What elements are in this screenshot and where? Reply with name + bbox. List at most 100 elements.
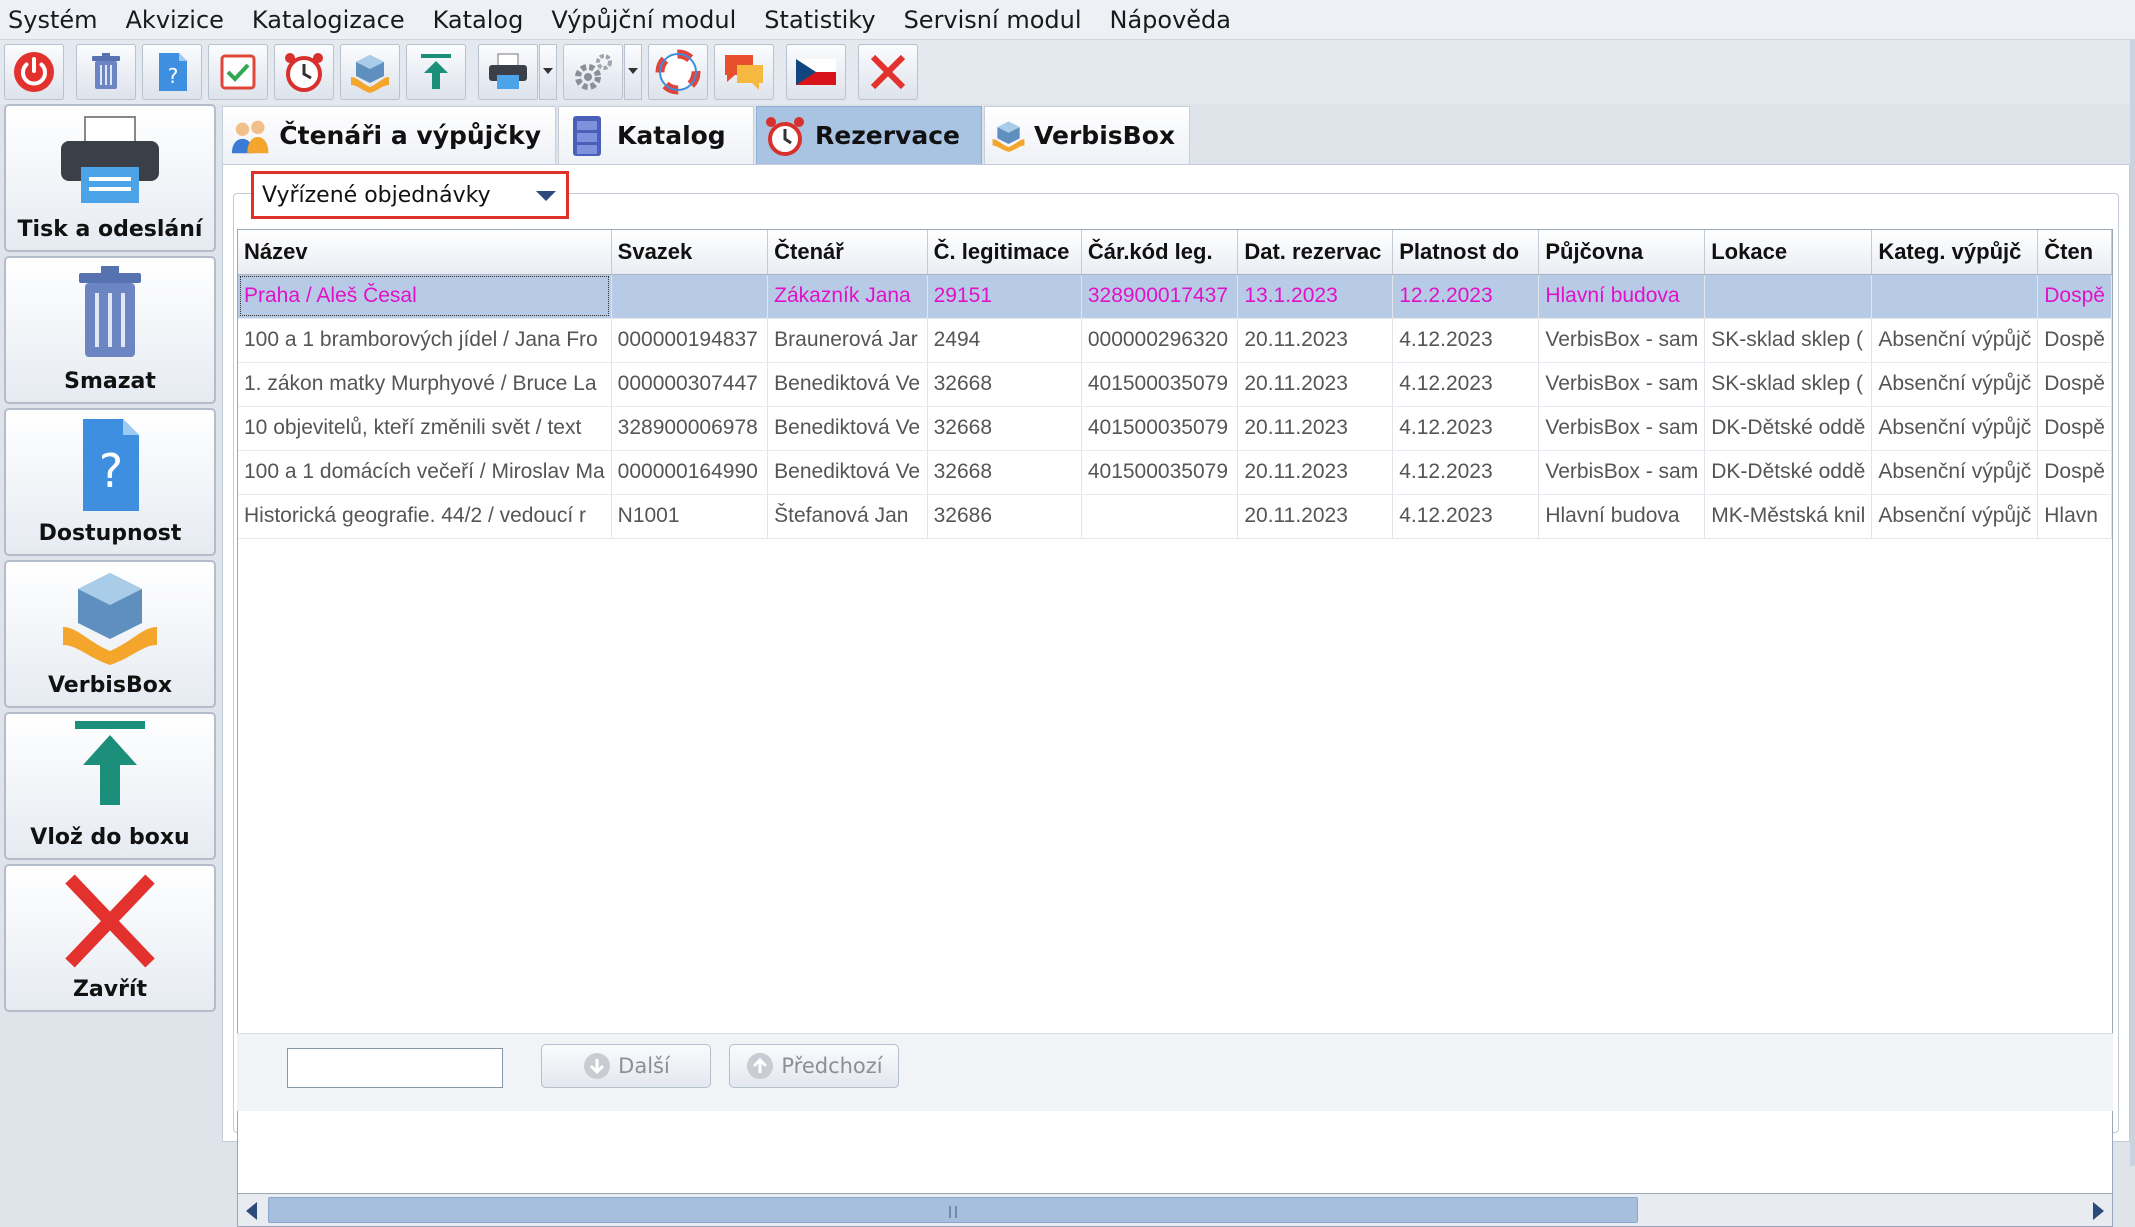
reservations-panel: Vyřízené objednávky Název Svazek Čtenář … <box>222 164 2130 1227</box>
lifebuoy-icon <box>655 49 701 95</box>
power-button[interactable] <box>4 44 64 100</box>
table-cell: Dospě <box>2037 362 2112 407</box>
chat-icon <box>725 55 763 90</box>
check-button[interactable] <box>208 44 268 100</box>
column-header[interactable]: Svazek <box>611 230 769 275</box>
print-send-button[interactable]: Tisk a odeslání <box>4 104 216 252</box>
table-cell: Praha / Aleš Česal <box>238 274 612 319</box>
table-cell: 32668 <box>927 406 1082 451</box>
printer-icon <box>61 116 159 203</box>
table-row[interactable]: 100 a 1 bramborových jídel / Jana Fro 000… <box>238 318 2112 363</box>
scroll-left-arrow-icon[interactable] <box>246 1202 257 1220</box>
help-button[interactable] <box>648 44 708 100</box>
table-cell <box>1081 494 1239 539</box>
table-row[interactable]: Historická geografie. 44/2 / vedoucí r N1… <box>238 494 2112 539</box>
menu-cataloguing[interactable]: Katalogizace <box>252 6 405 34</box>
column-header[interactable]: Půjčovna <box>1538 230 1706 275</box>
column-header[interactable]: Název <box>238 230 612 275</box>
table-cell: 20.11.2023 <box>1237 318 1394 363</box>
upload-icon <box>75 721 145 805</box>
table-cell: Dospě <box>2037 406 2112 451</box>
settings-button[interactable] <box>563 44 623 100</box>
help-document-icon: ? <box>83 419 139 511</box>
table-row[interactable]: 10 objevitelů, kteří změnili svět / text… <box>238 406 2112 451</box>
checkbox-icon <box>220 54 256 90</box>
verbisbox-button[interactable] <box>340 44 400 100</box>
table-cell: 13.1.2023 <box>1237 274 1394 319</box>
table-cell: VerbisBox - sam <box>1538 450 1706 495</box>
menu-system[interactable]: Systém <box>8 6 98 34</box>
column-header[interactable]: Č. legitimace <box>927 230 1082 275</box>
search-navigation-panel: Další Předchozí <box>237 1033 2113 1111</box>
table-cell: Dospě <box>2037 274 2112 319</box>
previous-button[interactable]: Předchozí <box>729 1044 899 1088</box>
column-header[interactable]: Platnost do <box>1392 230 1540 275</box>
column-header[interactable]: Čten <box>2037 230 2112 275</box>
print-send-label: Tisk a odeslání <box>17 217 203 242</box>
print-button[interactable] <box>478 44 538 100</box>
chevron-down-icon <box>536 191 556 201</box>
availability-button[interactable]: ? <box>142 44 202 100</box>
chevron-down-icon <box>628 68 638 74</box>
menu-catalog[interactable]: Katalog <box>433 6 524 34</box>
tab-reservations[interactable]: Rezervace <box>756 106 982 164</box>
table-cell: 328900006978 <box>611 406 769 451</box>
table-cell: 20.11.2023 <box>1237 362 1394 407</box>
menu-circulation[interactable]: Výpůjční modul <box>551 6 736 34</box>
horizontal-scrollbar[interactable] <box>237 1193 2113 1227</box>
table-cell: Absenční výpůjč <box>1871 494 2039 539</box>
verbisbox-icon <box>992 121 1025 152</box>
table-cell: 32668 <box>927 362 1082 407</box>
trash-button[interactable] <box>76 44 136 100</box>
table-header-row: Název Svazek Čtenář Č. legitimace Čár.kó… <box>238 230 2112 275</box>
svg-text:?: ? <box>168 64 179 88</box>
close-side-button[interactable]: Zavřít <box>4 864 216 1012</box>
table-cell: 2494 <box>927 318 1082 363</box>
table-row[interactable]: 100 a 1 domácích večeří / Miroslav Ma 000… <box>238 450 2112 495</box>
tab-verbisbox-label: VerbisBox <box>1034 121 1175 150</box>
next-button[interactable]: Další <box>541 1044 711 1088</box>
messages-button[interactable] <box>714 44 774 100</box>
scroll-right-arrow-icon[interactable] <box>2093 1202 2104 1220</box>
menu-acquisition[interactable]: Akvizice <box>126 6 224 34</box>
verbisbox-side-button[interactable]: VerbisBox <box>4 560 216 708</box>
tab-catalog-label: Katalog <box>617 121 726 150</box>
column-header[interactable]: Čtenář <box>767 230 928 275</box>
insert-box-button[interactable]: Vlož do boxu <box>4 712 216 860</box>
table-cell: 1. zákon matky Murphyové / Bruce La <box>238 362 612 407</box>
menu-statistics[interactable]: Statistiky <box>764 6 875 34</box>
table-cell: Dospě <box>2037 450 2112 495</box>
settings-dropdown[interactable] <box>624 44 642 100</box>
table-row[interactable]: 1. zákon matky Murphyové / Bruce La 00000… <box>238 362 2112 407</box>
close-button[interactable] <box>858 44 918 100</box>
tab-catalog[interactable]: Katalog <box>558 106 754 164</box>
upload-icon <box>421 54 451 89</box>
table-cell: Absenční výpůjč <box>1871 450 2039 495</box>
svg-text:?: ? <box>99 444 123 498</box>
column-header[interactable]: Kateg. výpůjč <box>1871 230 2039 275</box>
column-header[interactable]: Čár.kód leg. <box>1081 230 1239 275</box>
search-input[interactable] <box>287 1048 503 1088</box>
language-button[interactable] <box>786 44 846 100</box>
table-cell: SK-sklad sklep ( <box>1704 362 1873 407</box>
delete-button[interactable]: Smazat <box>4 256 216 404</box>
menu-help[interactable]: Nápověda <box>1110 6 1232 34</box>
print-dropdown[interactable] <box>539 44 557 100</box>
filter-dropdown[interactable]: Vyřízené objednávky <box>251 171 569 219</box>
power-icon <box>14 52 54 92</box>
menu-service[interactable]: Servisní modul <box>904 6 1082 34</box>
table-cell: DK-Dětské oddě <box>1704 450 1873 495</box>
column-header[interactable]: Dat. rezervac <box>1237 230 1394 275</box>
insert-box-label: Vlož do boxu <box>30 825 190 850</box>
table-row[interactable]: Praha / Aleš Česal Zákazník Jana 29151 3289… <box>238 274 2112 319</box>
table-cell: 000000307447 <box>611 362 769 407</box>
table-cell: Benediktová Ve <box>767 406 928 451</box>
reservation-button[interactable] <box>274 44 334 100</box>
availability-button[interactable]: ? Dostupnost <box>4 408 216 556</box>
column-header[interactable]: Lokace <box>1704 230 1873 275</box>
scrollbar-thumb[interactable] <box>268 1197 1638 1223</box>
upload-button[interactable] <box>406 44 466 100</box>
tab-verbisbox[interactable]: VerbisBox <box>984 106 1190 164</box>
tab-readers[interactable]: Čtenáři a výpůjčky <box>222 106 556 164</box>
table-cell: DK-Dětské oddě <box>1704 406 1873 451</box>
